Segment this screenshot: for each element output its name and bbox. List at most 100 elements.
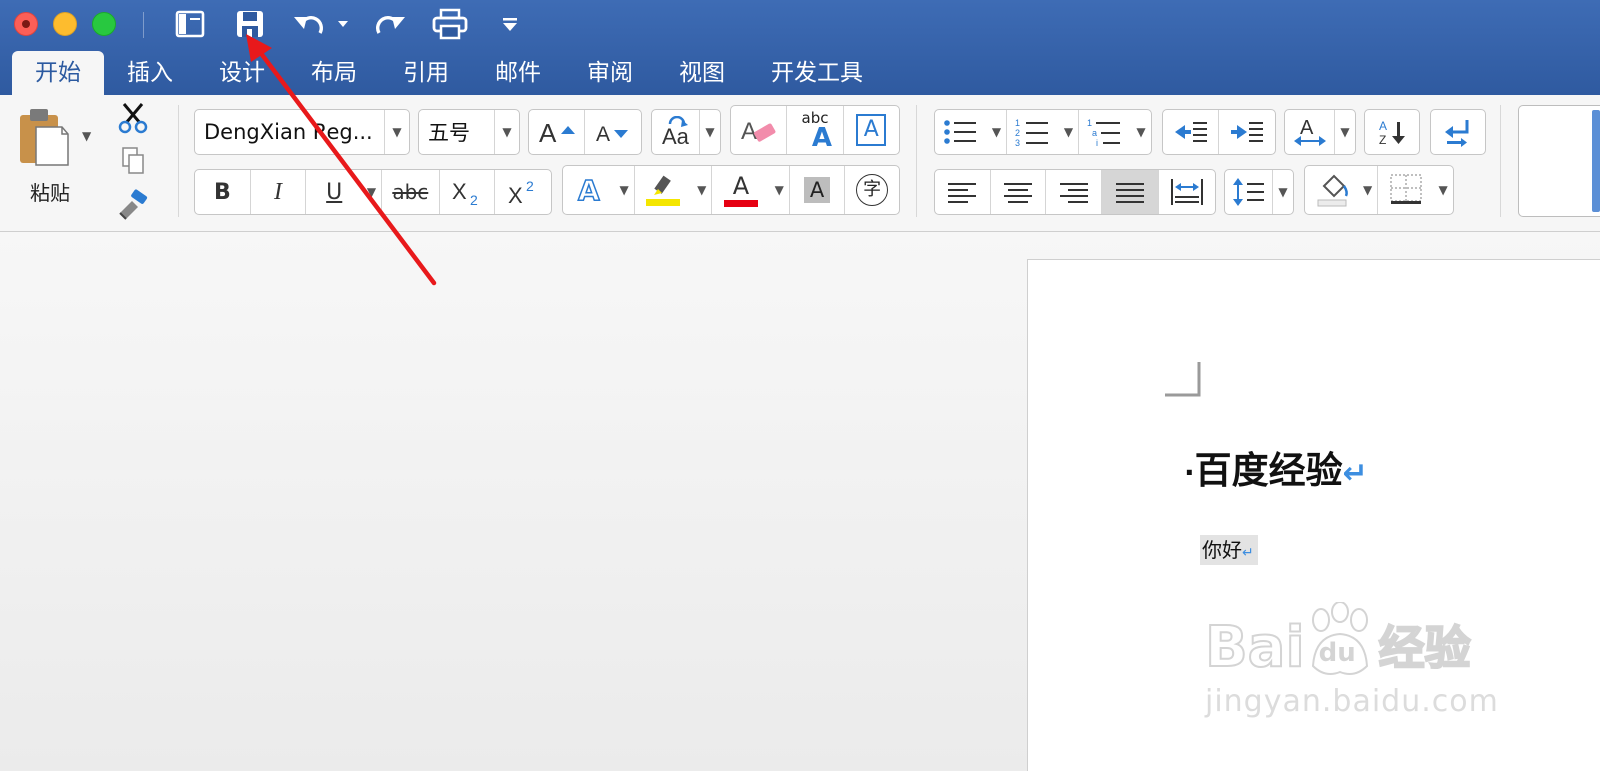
print-button[interactable] bbox=[430, 6, 470, 42]
paste-label: 粘贴 bbox=[30, 181, 70, 205]
tab-insert[interactable]: 插入 bbox=[104, 51, 196, 95]
redo-button[interactable] bbox=[372, 6, 408, 42]
numbering-dropdown[interactable]: ▼ bbox=[1059, 110, 1079, 154]
character-shading-icon: A bbox=[804, 177, 830, 203]
highlight-color-bar bbox=[646, 198, 681, 206]
underline-button[interactable]: U bbox=[306, 170, 362, 214]
change-case-button[interactable]: Aa bbox=[652, 110, 700, 154]
paint-bucket-icon bbox=[1317, 174, 1348, 207]
phonetic-guide-button[interactable]: abc A bbox=[787, 106, 844, 154]
customize-toolbar-button[interactable] bbox=[498, 6, 522, 42]
strikethrough-button[interactable]: abc bbox=[382, 170, 440, 214]
shading-button[interactable] bbox=[1305, 166, 1358, 214]
superscript-button[interactable]: X2 bbox=[495, 170, 551, 214]
tab-review[interactable]: 审阅 bbox=[564, 51, 656, 95]
line-spacing-dropdown[interactable]: ▼ bbox=[1273, 170, 1293, 214]
print-icon bbox=[432, 8, 468, 40]
bullets-button[interactable] bbox=[935, 110, 987, 154]
tab-developer[interactable]: 开发工具 bbox=[748, 51, 886, 95]
align-center-icon bbox=[1003, 183, 1032, 203]
shading-dropdown[interactable]: ▼ bbox=[1358, 166, 1379, 214]
text-direction-dropdown[interactable]: ▼ bbox=[1335, 110, 1355, 154]
minimize-window-button[interactable] bbox=[53, 12, 77, 36]
change-case-icon: Aa bbox=[662, 116, 689, 148]
numbering-button[interactable]: 123 bbox=[1007, 110, 1059, 154]
borders-button[interactable] bbox=[1378, 166, 1433, 214]
paragraph-text: 你好 bbox=[1202, 538, 1242, 562]
font-style-group: B I U ▼ abc X2 X2 bbox=[194, 169, 552, 215]
close-window-button[interactable] bbox=[14, 12, 38, 36]
subscript-icon: X2 bbox=[452, 179, 478, 207]
tab-layout[interactable]: 布局 bbox=[288, 51, 380, 95]
align-left-button[interactable] bbox=[935, 170, 991, 214]
bold-button[interactable]: B bbox=[195, 170, 251, 214]
tab-references[interactable]: 引用 bbox=[380, 51, 472, 95]
text-direction-button[interactable]: A bbox=[1285, 110, 1335, 154]
text-effects-button[interactable]: A bbox=[563, 166, 615, 214]
font-color-button[interactable]: A bbox=[712, 166, 770, 214]
font-size-dropdown[interactable]: 五号 ▼ bbox=[418, 109, 520, 155]
highlight-button[interactable] bbox=[635, 166, 693, 214]
paste-options-dropdown[interactable]: ▼ bbox=[82, 129, 91, 143]
tab-home[interactable]: 开始 bbox=[12, 51, 104, 95]
text-direction-group: A ▼ bbox=[1284, 109, 1356, 155]
document-paragraph[interactable]: 你好↵ bbox=[1200, 535, 1258, 565]
enclose-characters-button[interactable]: 字 bbox=[845, 166, 899, 214]
numbered-list-icon: 123 bbox=[1015, 118, 1048, 147]
highlight-dropdown[interactable]: ▼ bbox=[692, 166, 713, 214]
superscript-icon: X2 bbox=[508, 178, 534, 207]
align-right-button[interactable] bbox=[1046, 170, 1102, 214]
increase-indent-button[interactable] bbox=[1219, 110, 1275, 154]
justify-icon bbox=[1116, 183, 1145, 203]
return-arrow-icon bbox=[1445, 120, 1469, 147]
sidebar-toggle-button[interactable] bbox=[172, 6, 208, 42]
svg-text:A: A bbox=[596, 123, 610, 145]
character-border-button[interactable]: A bbox=[844, 106, 899, 154]
enclose-characters-icon: 字 bbox=[856, 174, 889, 206]
text-effects-dropdown[interactable]: ▼ bbox=[615, 166, 635, 214]
align-center-button[interactable] bbox=[991, 170, 1047, 214]
italic-button[interactable]: I bbox=[251, 170, 307, 214]
align-left-icon bbox=[948, 183, 977, 203]
sort-button[interactable]: AZ bbox=[1365, 110, 1419, 154]
shrink-font-button[interactable]: A bbox=[585, 110, 641, 154]
copy-button[interactable] bbox=[118, 145, 150, 179]
sort-icon: AZ bbox=[1379, 119, 1405, 147]
clear-formatting-button[interactable]: A bbox=[731, 106, 788, 154]
redo-icon bbox=[376, 16, 405, 34]
bullets-dropdown[interactable]: ▼ bbox=[987, 110, 1007, 154]
watermark-url: jingyan.baidu.com bbox=[1205, 684, 1499, 719]
copy-icon bbox=[122, 147, 144, 174]
tab-view[interactable]: 视图 bbox=[656, 51, 748, 95]
cut-button[interactable] bbox=[116, 101, 152, 137]
document-heading[interactable]: ·百度经验↵ bbox=[1184, 440, 1368, 494]
decrease-indent-button[interactable] bbox=[1163, 110, 1220, 154]
font-name-dropdown[interactable]: DengXian Reg... ▼ bbox=[194, 109, 410, 155]
line-spacing-button[interactable] bbox=[1225, 170, 1273, 214]
justify-button[interactable] bbox=[1101, 170, 1160, 214]
borders-dropdown[interactable]: ▼ bbox=[1433, 166, 1453, 214]
distributed-icon bbox=[1171, 179, 1204, 205]
underline-dropdown[interactable]: ▼ bbox=[362, 170, 382, 214]
maximize-window-button[interactable] bbox=[92, 12, 116, 36]
styles-gallery[interactable] bbox=[1518, 105, 1600, 217]
clear-format-group: A abc A A bbox=[730, 105, 900, 155]
paste-button[interactable]: 粘贴 bbox=[14, 107, 84, 207]
line-spacing-icon bbox=[1232, 178, 1264, 206]
save-button[interactable] bbox=[232, 6, 268, 42]
multilevel-list-dropdown[interactable]: ▼ bbox=[1131, 110, 1151, 154]
font-color-dropdown[interactable]: ▼ bbox=[770, 166, 790, 214]
svg-text:A: A bbox=[539, 118, 557, 146]
tab-design[interactable]: 设计 bbox=[196, 51, 288, 95]
tab-mailings[interactable]: 邮件 bbox=[472, 51, 564, 95]
undo-button[interactable] bbox=[290, 6, 354, 42]
change-case-dropdown[interactable]: ▼ bbox=[700, 110, 720, 154]
character-shading-button[interactable]: A bbox=[790, 166, 846, 214]
distributed-align-button[interactable] bbox=[1159, 170, 1215, 214]
subscript-button[interactable]: X2 bbox=[440, 170, 496, 214]
multilevel-list-button[interactable]: 1ai bbox=[1079, 110, 1131, 154]
grow-font-icon: A bbox=[539, 118, 575, 146]
format-painter-button[interactable] bbox=[116, 189, 152, 223]
grow-font-button[interactable]: A bbox=[529, 110, 586, 154]
show-paragraph-marks-button[interactable] bbox=[1431, 110, 1485, 154]
